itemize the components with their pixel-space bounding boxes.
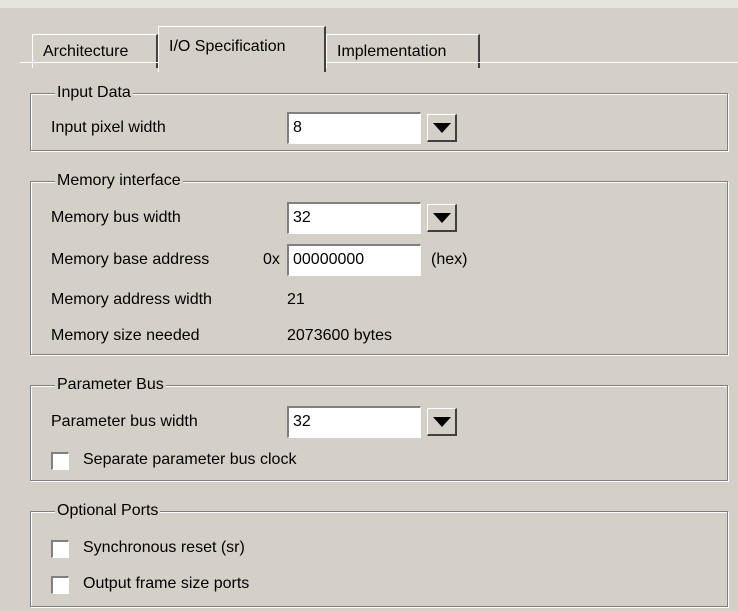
output-frame-size-ports-checkbox[interactable] xyxy=(51,576,69,594)
separate-parameter-bus-clock-label[interactable]: Separate parameter bus clock xyxy=(83,450,296,470)
tab-io-specification-label: I/O Specification xyxy=(169,38,286,55)
memory-interface-legend: Memory interface xyxy=(55,171,183,191)
input-data-group: Input Data Input pixel width 8 xyxy=(30,83,728,151)
memory-size-label: Memory size needed xyxy=(51,327,200,344)
memory-bus-width-dropdown-button[interactable] xyxy=(427,204,457,232)
memory-size-value: 2073600 bytes xyxy=(287,327,392,344)
tab-io-specification[interactable]: I/O Specification xyxy=(158,26,326,72)
parameter-bus-legend: Parameter Bus xyxy=(55,375,166,395)
memory-address-width-value: 21 xyxy=(287,291,305,308)
tab-architecture-label: Architecture xyxy=(43,43,129,60)
optional-ports-group: Optional Ports Synchronous reset (sr) Ou… xyxy=(30,501,728,607)
tab-implementation-label: Implementation xyxy=(337,43,447,60)
memory-interface-group: Memory interface Memory bus width 32 Mem… xyxy=(30,171,728,355)
parameter-bus-width-dropdown-button[interactable] xyxy=(427,408,457,436)
memory-address-width-label: Memory address width xyxy=(51,291,212,308)
title-strip xyxy=(0,0,738,8)
optional-ports-legend: Optional Ports xyxy=(55,501,161,521)
input-pixel-width-select[interactable]: 8 xyxy=(287,112,459,144)
input-pixel-width-label: Input pixel width xyxy=(51,119,166,136)
input-pixel-width-value[interactable]: 8 xyxy=(287,112,421,144)
chevron-down-icon xyxy=(433,417,451,427)
memory-base-address-label: Memory base address xyxy=(51,251,210,268)
memory-base-address-input[interactable]: 00000000 xyxy=(287,244,421,276)
separate-parameter-bus-clock-checkbox[interactable] xyxy=(51,452,69,470)
synchronous-reset-label[interactable]: Synchronous reset (sr) xyxy=(83,538,245,558)
memory-bus-width-select[interactable]: 32 xyxy=(287,202,459,234)
memory-base-address-prefix: 0x xyxy=(263,251,280,268)
parameter-bus-width-select[interactable]: 32 xyxy=(287,406,459,438)
memory-base-address-unit: (hex) xyxy=(431,251,468,268)
parameter-bus-width-value[interactable]: 32 xyxy=(287,406,421,438)
output-frame-size-ports-label[interactable]: Output frame size ports xyxy=(83,574,249,594)
input-pixel-width-dropdown-button[interactable] xyxy=(427,114,457,142)
synchronous-reset-checkbox[interactable] xyxy=(51,540,69,558)
parameter-bus-group: Parameter Bus Parameter bus width 32 Sep… xyxy=(30,375,728,481)
parameter-bus-width-label: Parameter bus width xyxy=(51,413,198,430)
tab-bar: Architecture I/O Specification Implement… xyxy=(0,8,738,72)
tab-panel: Input Data Input pixel width 8 Memory in… xyxy=(20,63,738,611)
chevron-down-icon xyxy=(433,213,451,223)
chevron-down-icon xyxy=(433,123,451,133)
input-data-legend: Input Data xyxy=(55,83,133,103)
memory-bus-width-label: Memory bus width xyxy=(51,209,181,226)
memory-bus-width-value[interactable]: 32 xyxy=(287,202,421,234)
